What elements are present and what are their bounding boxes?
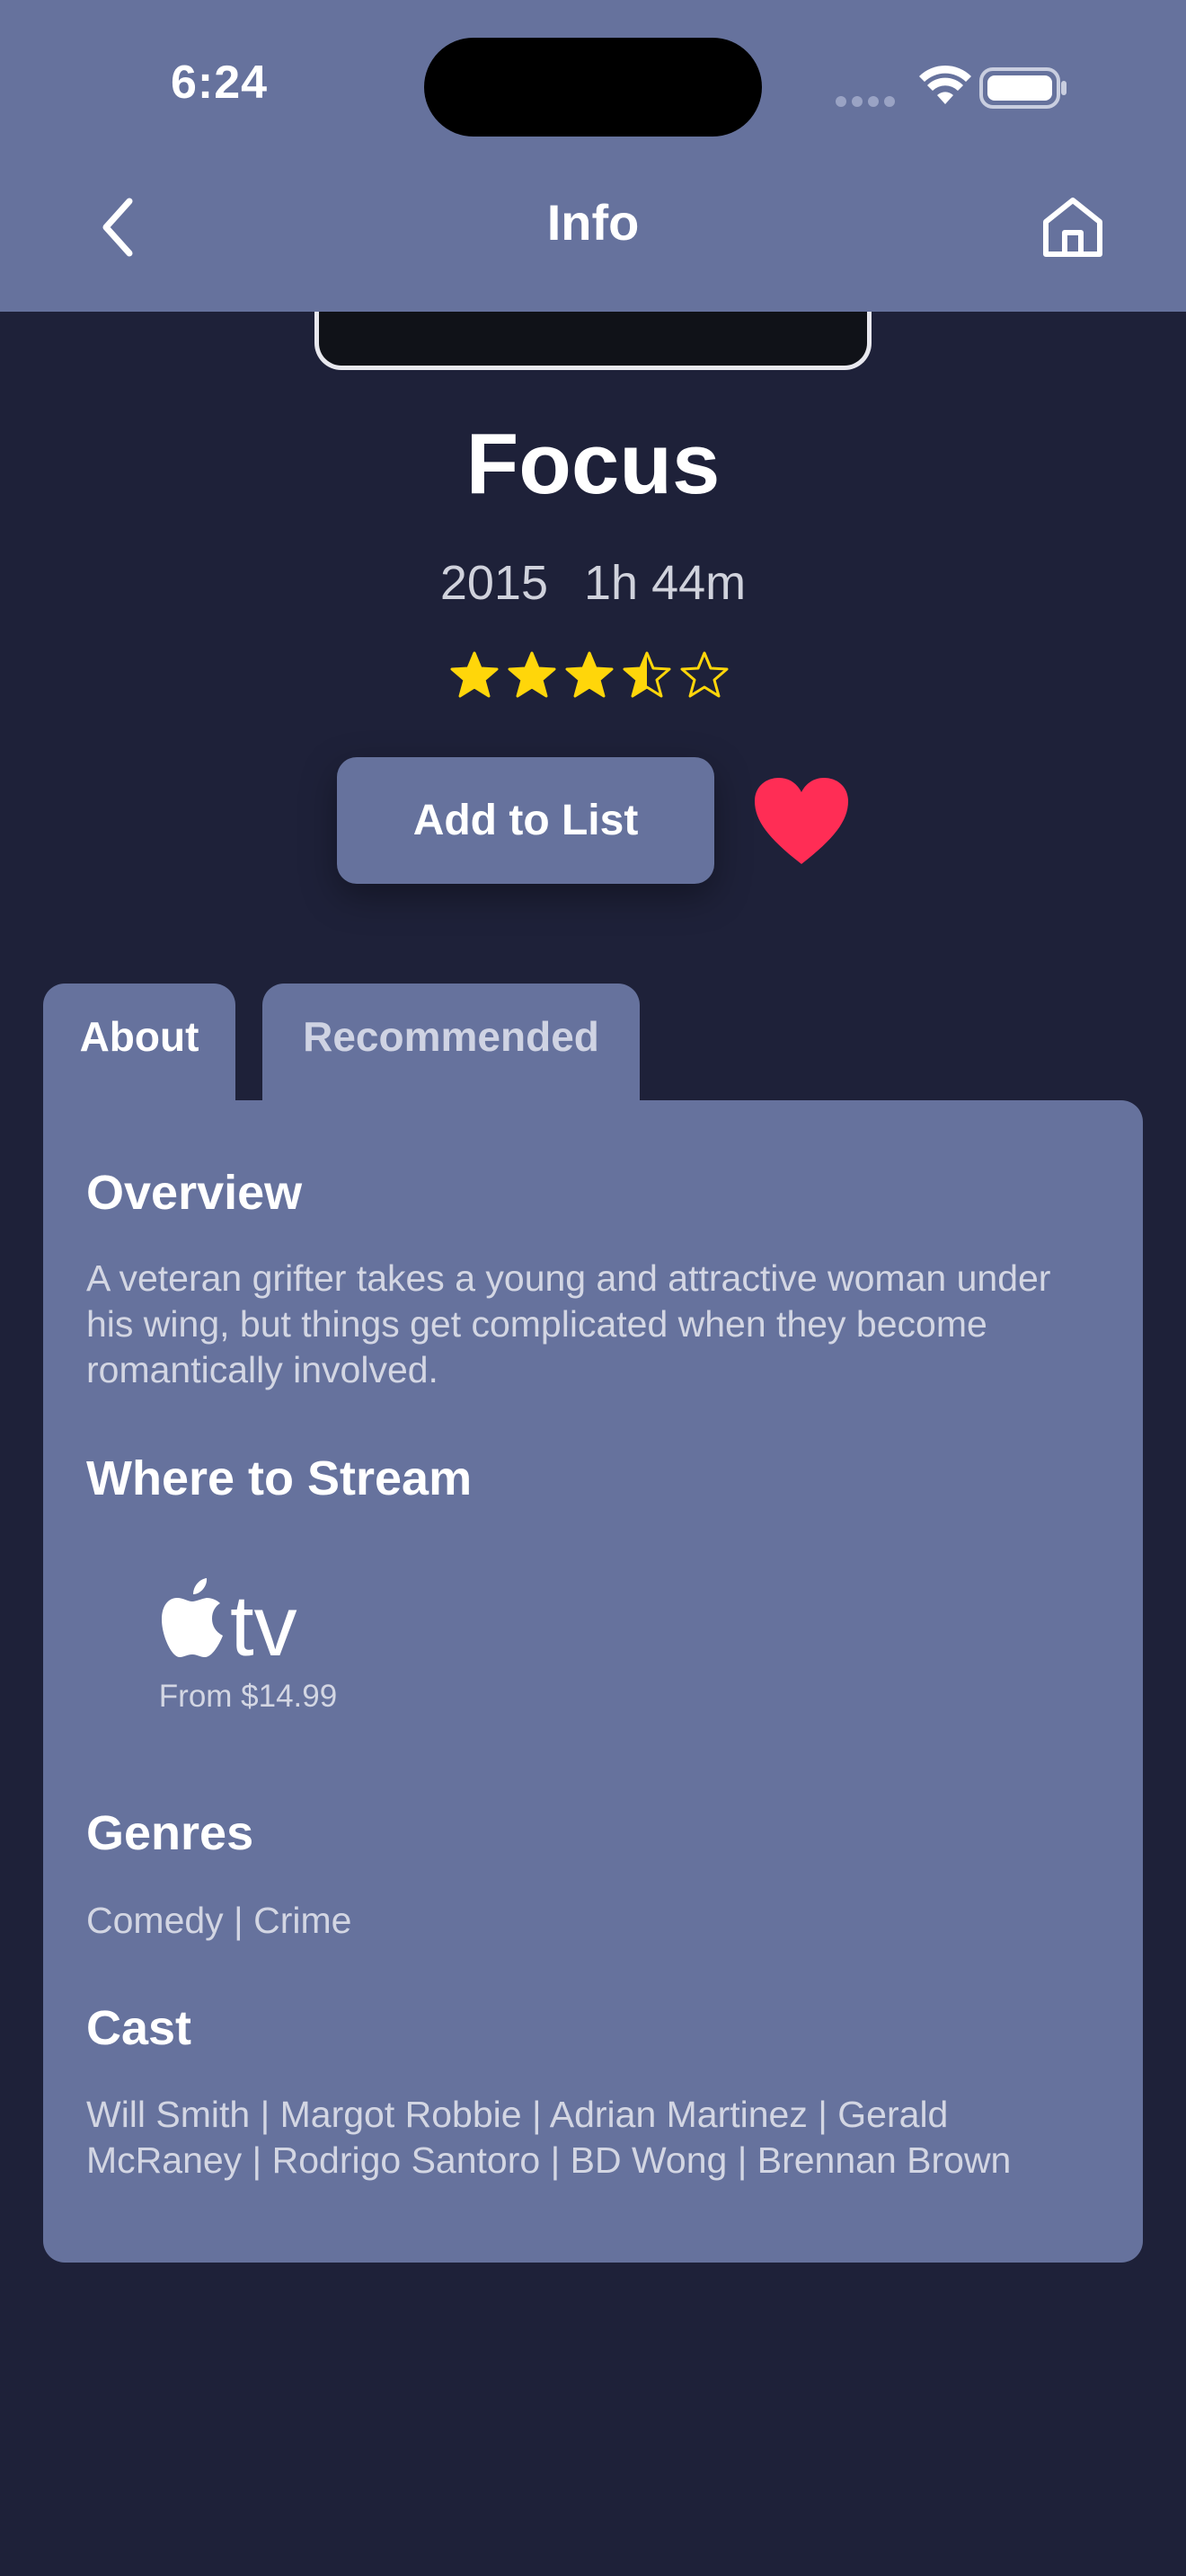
genres-text: Comedy | Crime <box>86 1900 352 1941</box>
home-button[interactable] <box>1040 195 1105 260</box>
wifi-icon <box>919 65 971 104</box>
movie-info-screen: 6:24 Info Focus 2015 1h 44m Add to List … <box>0 0 1186 2576</box>
status-time: 6:24 <box>171 57 269 109</box>
add-to-list-button[interactable]: Add to List <box>337 757 714 884</box>
star-empty-icon <box>680 651 729 698</box>
svg-text:tv: tv <box>230 1578 297 1664</box>
stream-provider-apple-tv[interactable]: tv From $14.99 <box>149 1575 337 1714</box>
star-half-icon <box>623 651 671 698</box>
stream-price: From $14.99 <box>158 1679 338 1714</box>
where-to-stream-heading: Where to Stream <box>86 1451 473 1505</box>
movie-title: Focus <box>465 416 721 512</box>
apple-tv-logo: tv <box>162 1578 297 1664</box>
movie-meta: 2015 1h 44m <box>0 555 1186 611</box>
cast-text: Will Smith | Margot Robbie | Adrian Mart… <box>86 2094 1012 2181</box>
genres-heading: Genres <box>86 1806 254 1860</box>
about-panel: Overview A veteran grifter takes a young… <box>43 1100 1143 2263</box>
dynamic-island <box>424 38 762 137</box>
battery-icon <box>979 67 1067 109</box>
cellular-icon <box>836 95 900 111</box>
nav-title: Info <box>546 194 640 251</box>
star-full-icon <box>450 651 499 698</box>
overview-text: A veteran grifter takes a young and attr… <box>86 1257 1051 1390</box>
tab-recommended[interactable]: Recommended <box>262 984 640 1109</box>
status-indicators <box>836 65 1078 110</box>
top-bar: 6:24 Info <box>0 0 1186 312</box>
star-full-icon <box>508 651 556 698</box>
movie-runtime: 1h 44m <box>584 556 747 610</box>
tab-about[interactable]: About <box>43 984 235 1109</box>
star-rating <box>449 650 737 701</box>
overview-heading: Overview <box>86 1166 303 1220</box>
cast-heading: Cast <box>86 2001 192 2055</box>
heart-icon[interactable] <box>751 774 852 868</box>
star-full-icon <box>565 651 614 698</box>
movie-year: 2015 <box>439 556 548 610</box>
